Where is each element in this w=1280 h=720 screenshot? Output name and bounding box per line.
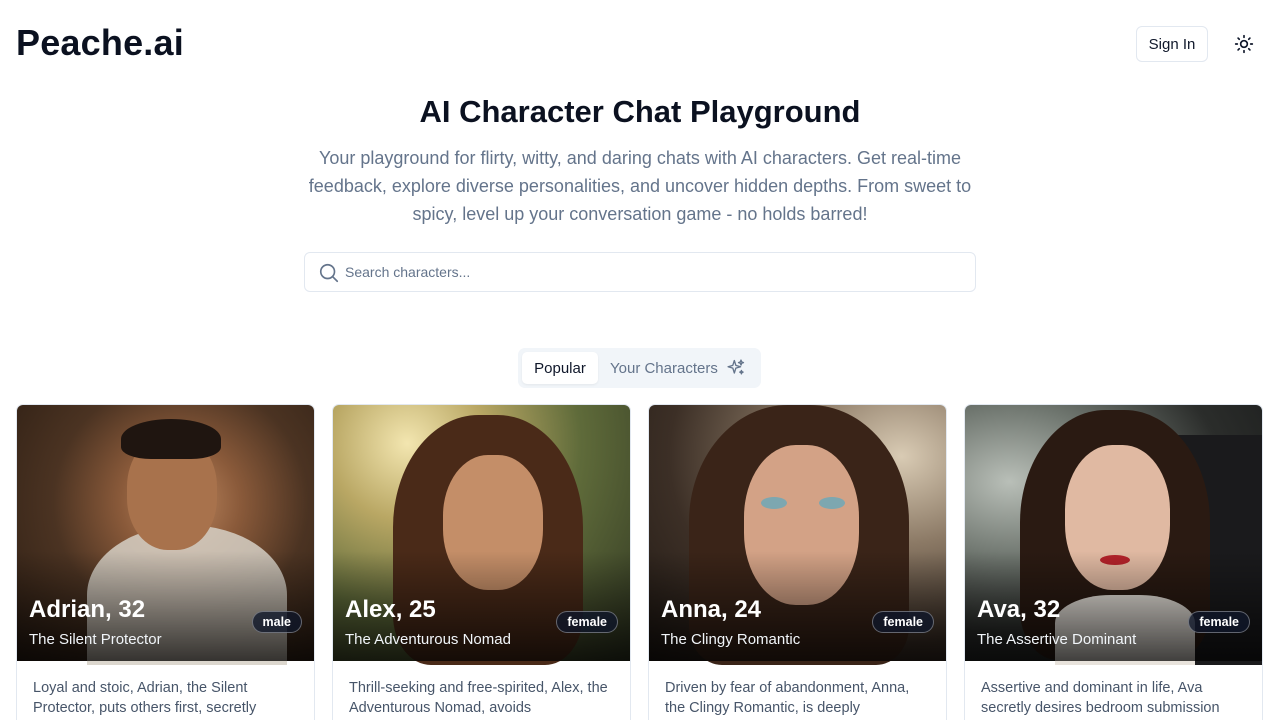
character-description: Loyal and stoic, Adrian, the Silent Prot… — [33, 680, 257, 716]
tab-popular-label: Popular — [534, 359, 586, 377]
character-tabs: Popular Your Characters — [518, 348, 761, 388]
character-archetype: The Clingy Romantic — [661, 631, 801, 648]
header: Peache.ai Sign In — [0, 0, 1280, 88]
character-card-ava[interactable]: Ava, 32 The Assertive Dominant female As… — [964, 404, 1263, 720]
page-title: AI Character Chat Playground — [419, 94, 861, 129]
character-archetype: The Silent Protector — [29, 631, 162, 648]
theme-toggle-button[interactable] — [1230, 30, 1258, 58]
gender-badge: male — [251, 611, 302, 633]
character-card-alex[interactable]: Alex, 25 The Adventurous Nomad female Th… — [332, 404, 631, 720]
character-description: Thrill-seeking and free-spirited, Alex, … — [349, 680, 608, 716]
gender-badge: female — [1188, 611, 1250, 633]
sparkles-icon — [727, 359, 745, 375]
sign-in-button[interactable]: Sign In — [1136, 26, 1208, 62]
character-card-adrian[interactable]: Adrian, 32 The Silent Protector male Loy… — [16, 404, 315, 720]
character-name: Alex, 25 — [345, 596, 436, 623]
character-name: Anna, 24 — [661, 596, 762, 623]
logo[interactable]: Peache.ai — [16, 22, 184, 64]
tab-your-characters-label: Your Characters — [610, 359, 718, 377]
character-description: Driven by fear of abandonment, Anna, the… — [665, 680, 910, 716]
character-archetype: The Assertive Dominant — [977, 631, 1137, 648]
search-icon — [319, 263, 339, 283]
page-subtitle: Your playground for flirty, witty, and d… — [308, 148, 972, 224]
character-card-anna[interactable]: Anna, 24 The Clingy Romantic female Driv… — [648, 404, 947, 720]
character-description: Assertive and dominant in life, Ava secr… — [981, 680, 1220, 716]
gender-badge: female — [872, 611, 934, 633]
search-input[interactable] — [345, 253, 965, 291]
tab-popular[interactable]: Popular — [522, 352, 598, 384]
tab-your-characters[interactable]: Your Characters — [610, 352, 746, 384]
gender-badge: female — [556, 611, 618, 633]
character-name: Adrian, 32 — [29, 596, 146, 623]
sun-icon — [1234, 34, 1254, 54]
character-archetype: The Adventurous Nomad — [345, 631, 511, 648]
character-name: Ava, 32 — [977, 596, 1061, 623]
search-bar[interactable] — [304, 252, 976, 292]
